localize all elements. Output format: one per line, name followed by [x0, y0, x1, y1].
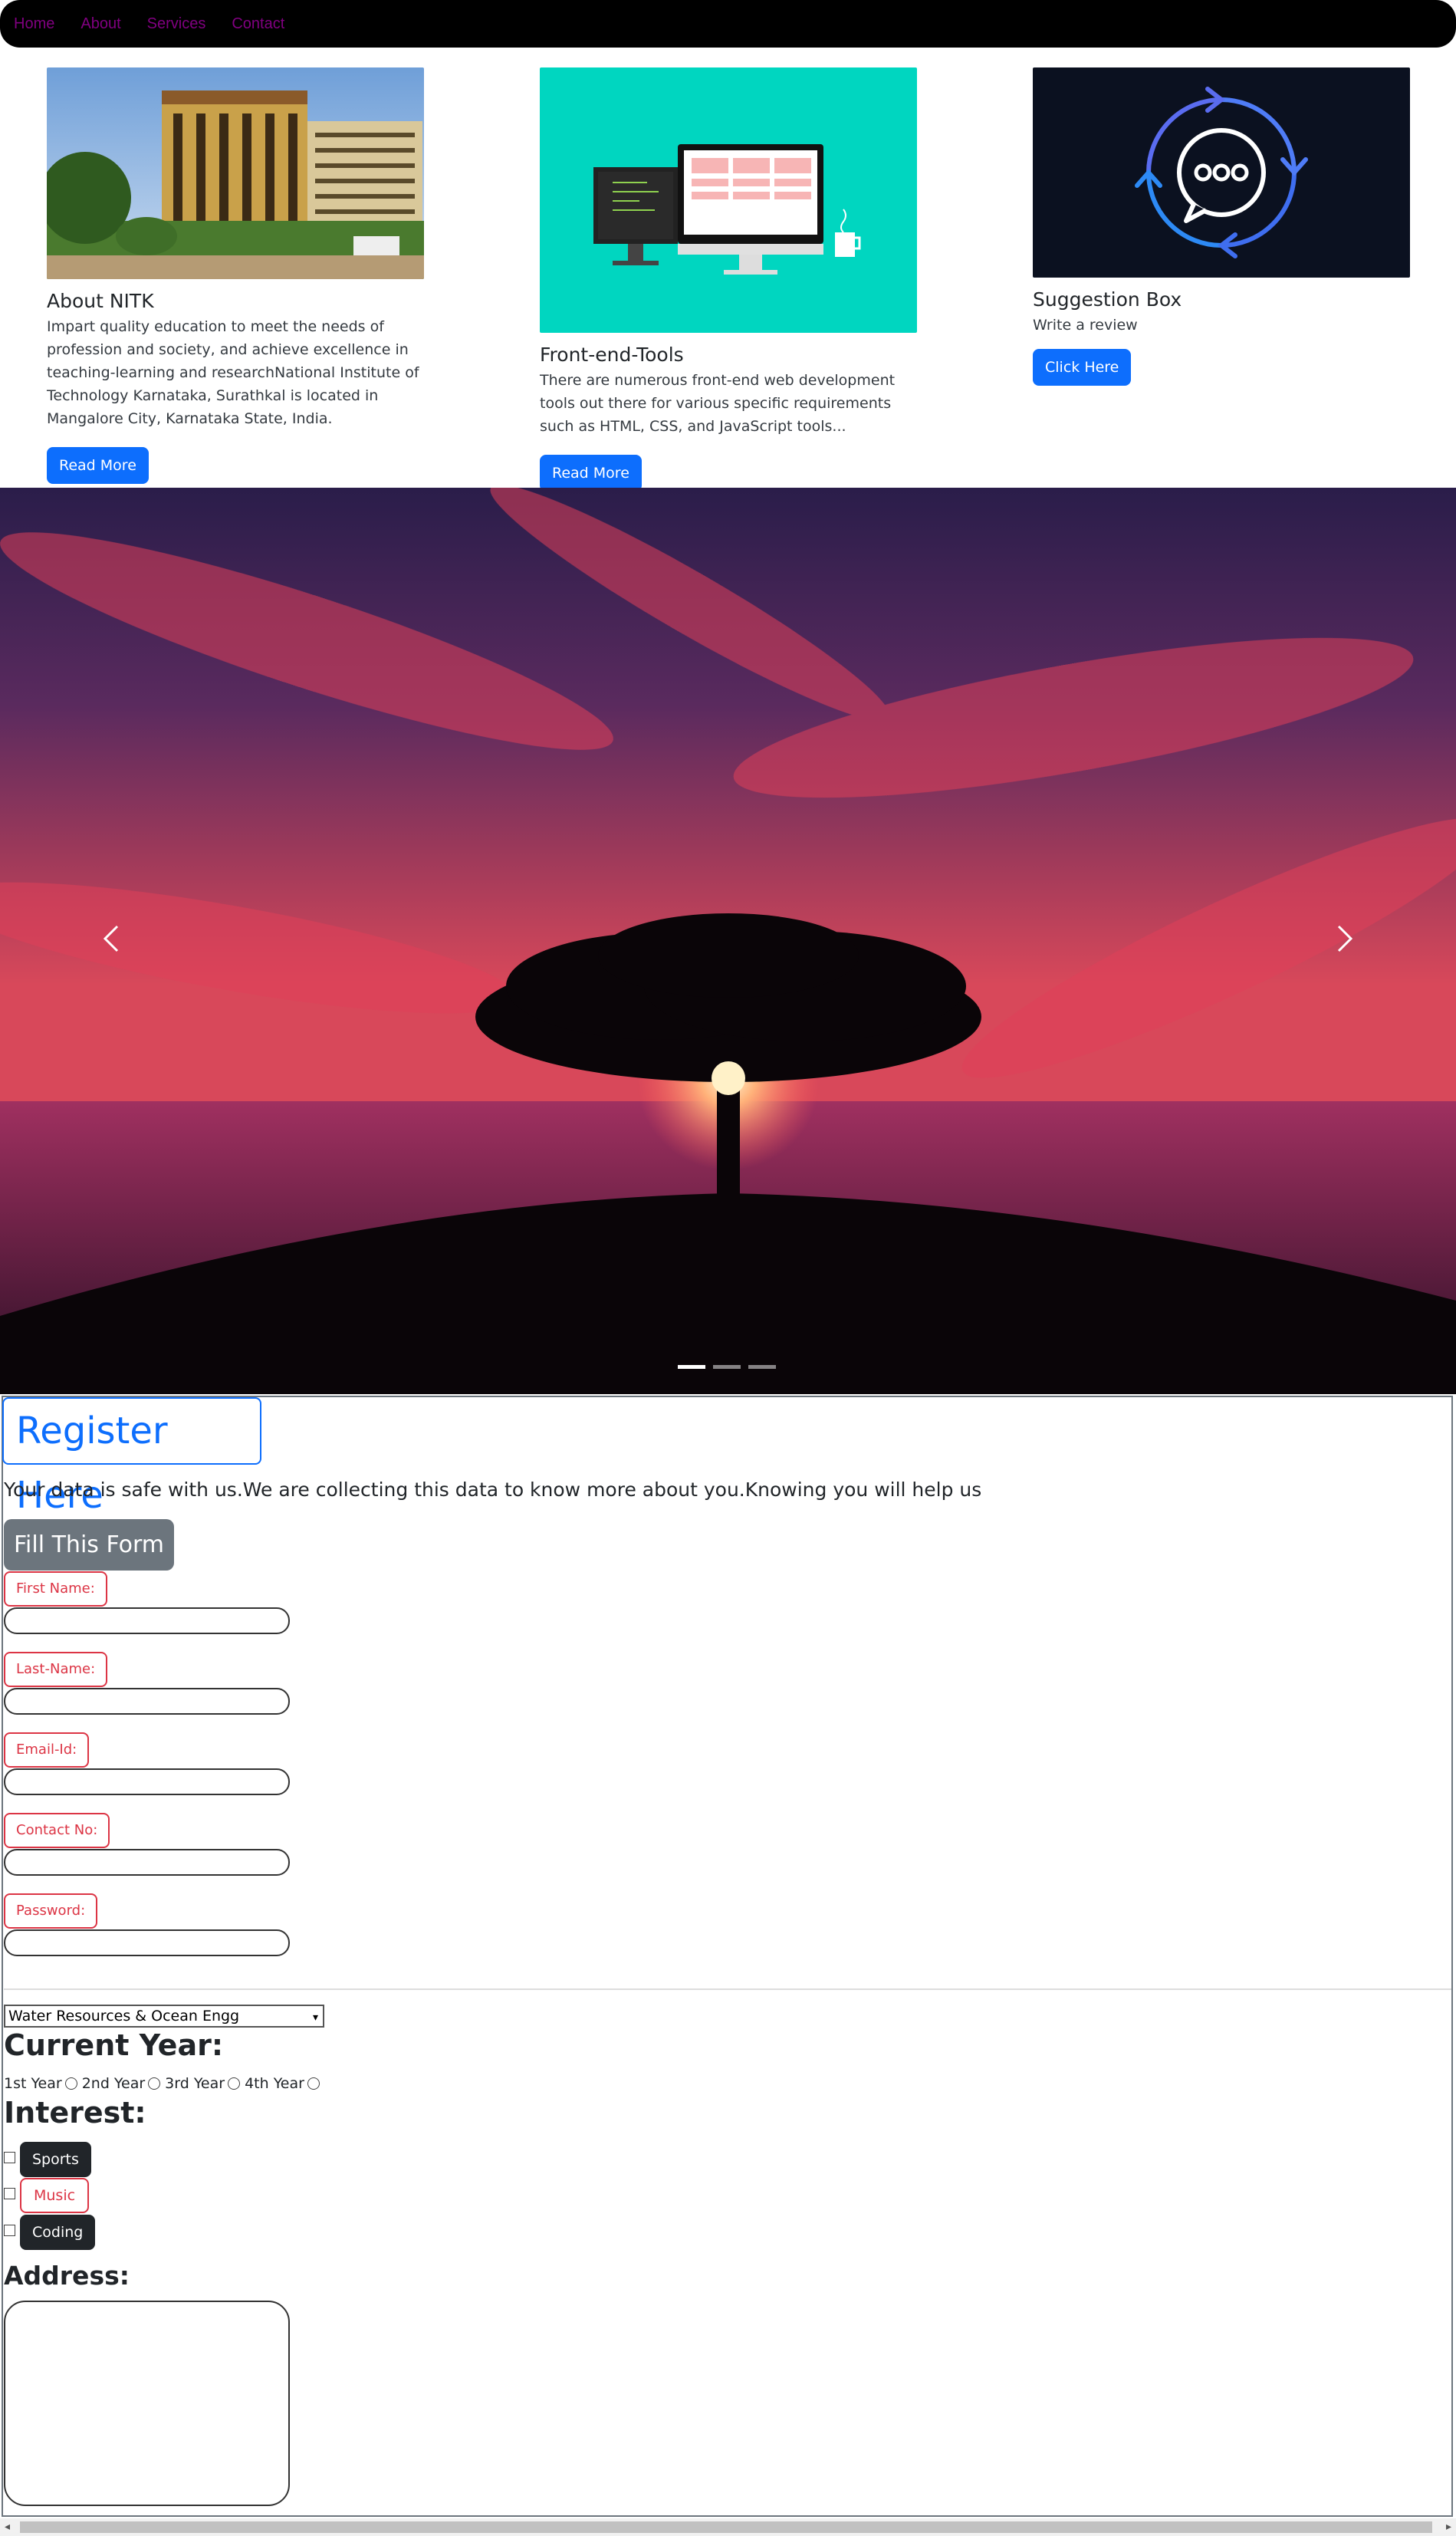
year-option-label: 4th Year: [245, 2075, 304, 2092]
carousel-prev-button[interactable]: [102, 923, 120, 954]
coding-label: Coding: [20, 2215, 96, 2250]
current-year-heading: Current Year:: [4, 2028, 224, 2062]
nav-link-services[interactable]: Services: [147, 15, 206, 33]
contact-label: Contact No:: [4, 1813, 110, 1848]
coding-checkbox[interactable]: [4, 2225, 15, 2236]
year-radio[interactable]: [64, 2077, 77, 2090]
password-label: Password:: [4, 1893, 98, 1929]
department-select[interactable]: Water Resources & Ocean Engg ▾: [4, 2005, 324, 2028]
sunset-tree-slide: [0, 488, 1456, 1394]
sports-label: Sports: [20, 2142, 91, 2177]
interest-heading: Interest:: [4, 2096, 146, 2130]
devices-illustration-image: [540, 67, 917, 333]
email-input[interactable]: [4, 1768, 290, 1795]
form-lead-text: Your data is safe with us.We are collect…: [4, 1479, 982, 1501]
card-text: There are numerous front-end web develop…: [540, 372, 896, 435]
year-option-label: 2nd Year: [81, 2075, 146, 2092]
carousel-indicator[interactable]: [748, 1365, 776, 1369]
card-front-end-tools: Front-end-Tools There are numerous front…: [540, 67, 917, 492]
nav-link-about[interactable]: About: [81, 15, 120, 33]
divider: [4, 1988, 1451, 1990]
carousel-indicator[interactable]: [713, 1365, 741, 1369]
card-text: Impart quality education to meet the nee…: [47, 318, 419, 427]
last-name-label: Last-Name:: [4, 1652, 108, 1687]
sports-checkbox[interactable]: [4, 2152, 15, 2163]
scrollbar-thumb[interactable]: [20, 2521, 1432, 2533]
image-carousel: [0, 488, 1456, 1394]
click-here-button[interactable]: Click Here: [1033, 349, 1132, 386]
first-name-input[interactable]: [4, 1607, 290, 1634]
nitk-building-image: [47, 67, 424, 279]
email-label: Email-Id:: [4, 1732, 90, 1768]
scroll-right-icon[interactable]: ▸: [1446, 2521, 1451, 2533]
read-more-button[interactable]: Read More: [540, 455, 642, 492]
year-option-label: 1st Year: [4, 2075, 62, 2092]
card-text: Write a review: [1033, 317, 1138, 334]
chevron-left-icon: [103, 925, 119, 952]
chat-cycle-icon: [1033, 67, 1410, 278]
carousel-indicators: [678, 1365, 776, 1369]
fill-form-button[interactable]: Fill This Form: [4, 1519, 174, 1571]
first-name-label: First Name:: [4, 1571, 107, 1607]
music-checkbox[interactable]: [4, 2188, 15, 2199]
card-title: Front-end-Tools: [540, 344, 684, 366]
carousel-indicator[interactable]: [678, 1365, 705, 1369]
card-title: About NITK: [47, 290, 154, 312]
year-radio-group: 1st Year 2nd Year 3rd Year 4th Year: [4, 2075, 324, 2092]
year-radio[interactable]: [228, 2077, 241, 2090]
card-suggestion-box: Suggestion Box Write a review Click Here: [1033, 67, 1410, 386]
card-about-nitk: About NITK Impart quality education to m…: [47, 67, 424, 484]
music-label: Music: [20, 2178, 90, 2213]
department-select-value: Water Resources & Ocean Engg: [8, 2008, 240, 2025]
nav-link-home[interactable]: Home: [14, 15, 54, 33]
year-option-label: 3rd Year: [165, 2075, 225, 2092]
password-input[interactable]: [4, 1929, 290, 1956]
nav-link-contact[interactable]: Contact: [232, 15, 284, 33]
read-more-button[interactable]: Read More: [47, 447, 149, 484]
chevron-down-icon: ▾: [312, 2011, 318, 2024]
year-radio[interactable]: [148, 2077, 161, 2090]
last-name-input[interactable]: [4, 1688, 290, 1715]
horizontal-scrollbar[interactable]: ◂ ▸: [0, 2518, 1456, 2536]
year-radio[interactable]: [307, 2077, 320, 2090]
chevron-right-icon: [1337, 925, 1353, 952]
contact-input[interactable]: [4, 1849, 290, 1876]
carousel-next-button[interactable]: [1336, 923, 1354, 954]
address-heading: Address:: [4, 2261, 130, 2291]
card-title: Suggestion Box: [1033, 288, 1182, 311]
address-textarea[interactable]: [4, 2301, 290, 2506]
scroll-left-icon[interactable]: ◂: [5, 2521, 10, 2533]
form-title: Register Here: [2, 1397, 261, 1517]
top-navbar: Home About Services Contact: [0, 0, 1456, 48]
